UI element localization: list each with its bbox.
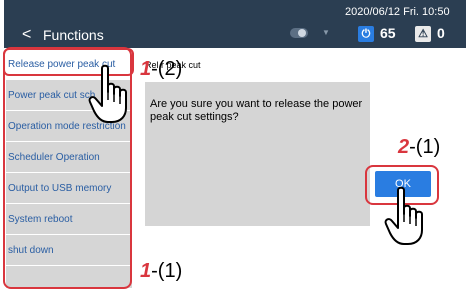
step-number: 1 — [140, 260, 152, 282]
step-label-2-1: 2-(1) — [398, 136, 440, 159]
step-sub: -(1) — [151, 260, 183, 282]
pointer-hand-icon — [88, 64, 127, 123]
warning-icon: ⚠ — [415, 26, 431, 42]
page-title: Functions — [43, 27, 104, 43]
power-icon: ⏻ — [358, 26, 374, 42]
step-number: 2 — [398, 136, 410, 158]
step-sub: -(1) — [409, 136, 441, 158]
dialog-message: Are you sure you want to release the pow… — [150, 98, 363, 123]
toggle-switch[interactable] — [290, 28, 308, 38]
step-sub: -(2) — [151, 58, 183, 80]
back-icon[interactable]: < — [22, 26, 31, 44]
power-value: 65 — [380, 25, 396, 41]
warning-value: 0 — [437, 25, 445, 41]
step-label-1-1: 1-(1) — [140, 260, 182, 283]
chevron-down-icon[interactable]: ▼ — [322, 28, 330, 37]
step-number: 1 — [140, 58, 152, 80]
step-label-1-2: 1-(2) — [140, 58, 182, 81]
datetime: 2020/06/12 Fri. 10:50 — [345, 6, 450, 18]
pointer-hand-icon — [384, 186, 423, 245]
